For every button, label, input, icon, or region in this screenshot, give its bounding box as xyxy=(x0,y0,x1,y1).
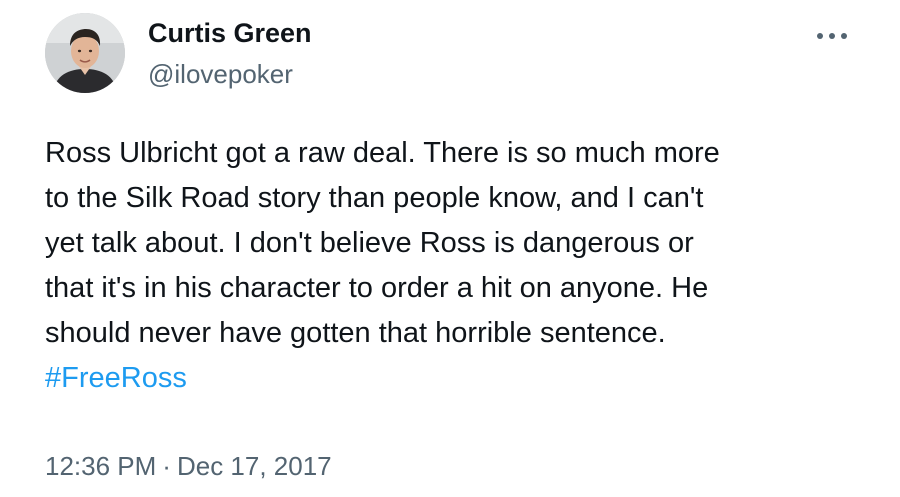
tweet-text: Ross Ulbricht got a raw deal. There is s… xyxy=(45,131,865,401)
tweet-time: 12:36 PM xyxy=(45,451,157,481)
hashtag-link[interactable]: #FreeRoss xyxy=(45,362,187,394)
tweet-date: Dec 17, 2017 xyxy=(176,451,332,481)
tweet-card: Curtis Green @ilovepoker Ross Ulbricht g… xyxy=(0,0,900,497)
person-photo-icon xyxy=(45,13,125,93)
tweet-text-line: Ross Ulbricht got a raw deal. There is s… xyxy=(45,137,720,169)
tweet-text-line: to the Silk Road story than people know,… xyxy=(45,182,704,214)
author-display-name[interactable]: Curtis Green xyxy=(148,17,312,49)
more-options-button[interactable] xyxy=(812,22,852,50)
tweet-text-line: should never have gotten that horrible s… xyxy=(45,317,666,349)
timestamp-separator: · xyxy=(162,451,171,481)
tweet-timestamp[interactable]: 12:36 PM · Dec 17, 2017 xyxy=(45,450,332,482)
tweet-text-line: that it's in his character to order a hi… xyxy=(45,272,709,304)
tweet-text-line: yet talk about. I don't believe Ross is … xyxy=(45,227,694,259)
author-handle[interactable]: @ilovepoker xyxy=(148,58,293,90)
more-horizontal-icon xyxy=(817,33,847,39)
avatar[interactable] xyxy=(45,13,125,93)
